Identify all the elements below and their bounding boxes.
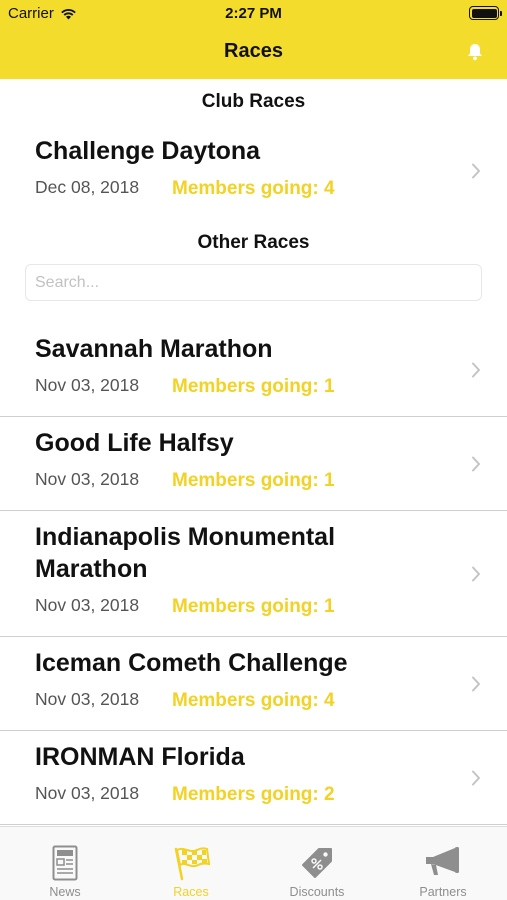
- members-going: Members going: 4: [172, 178, 335, 199]
- chevron-right-icon: [472, 456, 480, 472]
- tab-label: News: [49, 885, 81, 899]
- chevron-right-icon: [472, 362, 480, 378]
- tab-label: Partners: [419, 885, 467, 899]
- tag-icon: [302, 848, 332, 878]
- tab-news[interactable]: News: [2, 827, 128, 900]
- search-input[interactable]: [25, 264, 482, 301]
- race-name: IRONMAN Florida: [35, 743, 245, 771]
- race-date: Nov 03, 2018: [35, 375, 140, 395]
- race-row[interactable]: Savannah Marathon Nov 03, 2018 Members g…: [0, 324, 507, 417]
- members-going: Members going: 1: [172, 376, 335, 397]
- tab-bar: News Races Discounts Partners: [0, 826, 507, 900]
- race-row[interactable]: Iceman Cometh Challenge Nov 03, 2018 Mem…: [0, 637, 507, 731]
- race-name: Savannah Marathon: [35, 335, 273, 363]
- race-date: Nov 03, 2018: [35, 469, 140, 489]
- members-going: Members going: 1: [172, 596, 335, 617]
- chevron-right-icon: [472, 676, 480, 692]
- race-name: Iceman Cometh Challenge: [35, 649, 348, 677]
- race-row[interactable]: Good Life Halfsy Nov 03, 2018 Members go…: [0, 417, 507, 511]
- page-title: Races: [224, 40, 283, 62]
- tab-label: Discounts: [289, 885, 345, 899]
- bell-icon[interactable]: [465, 42, 485, 62]
- race-date: Nov 03, 2018: [35, 783, 140, 803]
- members-going: Members going: 1: [172, 470, 335, 491]
- race-date: Nov 03, 2018: [35, 595, 140, 615]
- tab-label: Races: [173, 885, 209, 899]
- race-name: Good Life Halfsy: [35, 429, 234, 457]
- race-name: Indianapolis Monumental Marathon: [35, 523, 336, 583]
- checkered-flag-icon: [174, 847, 210, 881]
- chevron-right-icon: [472, 163, 480, 179]
- members-going: Members going: 2: [172, 784, 335, 805]
- chevron-right-icon: [472, 770, 480, 786]
- race-name: Challenge Daytona: [35, 137, 261, 165]
- battery-icon: [469, 6, 502, 20]
- tab-races[interactable]: Races: [128, 827, 254, 900]
- club-race-row[interactable]: Challenge Daytona Dec 08, 2018 Members g…: [0, 126, 507, 222]
- race-row[interactable]: Indianapolis Monumental Marathon Nov 03,…: [0, 511, 507, 637]
- tab-discounts[interactable]: Discounts: [254, 827, 380, 900]
- race-row[interactable]: IRONMAN Florida Nov 03, 2018 Members goi…: [0, 731, 507, 825]
- club-races-heading: Club Races: [201, 91, 306, 112]
- status-bar: Carrier 2:27 PM: [0, 0, 507, 28]
- megaphone-icon: [426, 847, 459, 875]
- members-going: Members going: 4: [172, 690, 335, 711]
- chevron-right-icon: [472, 566, 480, 582]
- race-date: Dec 08, 2018: [35, 177, 140, 197]
- navigation-header: Carrier 2:27 PM Races: [0, 0, 507, 79]
- news-icon: [52, 845, 78, 881]
- other-races-heading: Other Races: [197, 232, 310, 253]
- status-time: 2:27 PM: [225, 5, 282, 22]
- tab-partners[interactable]: Partners: [380, 827, 506, 900]
- race-date: Nov 03, 2018: [35, 689, 140, 709]
